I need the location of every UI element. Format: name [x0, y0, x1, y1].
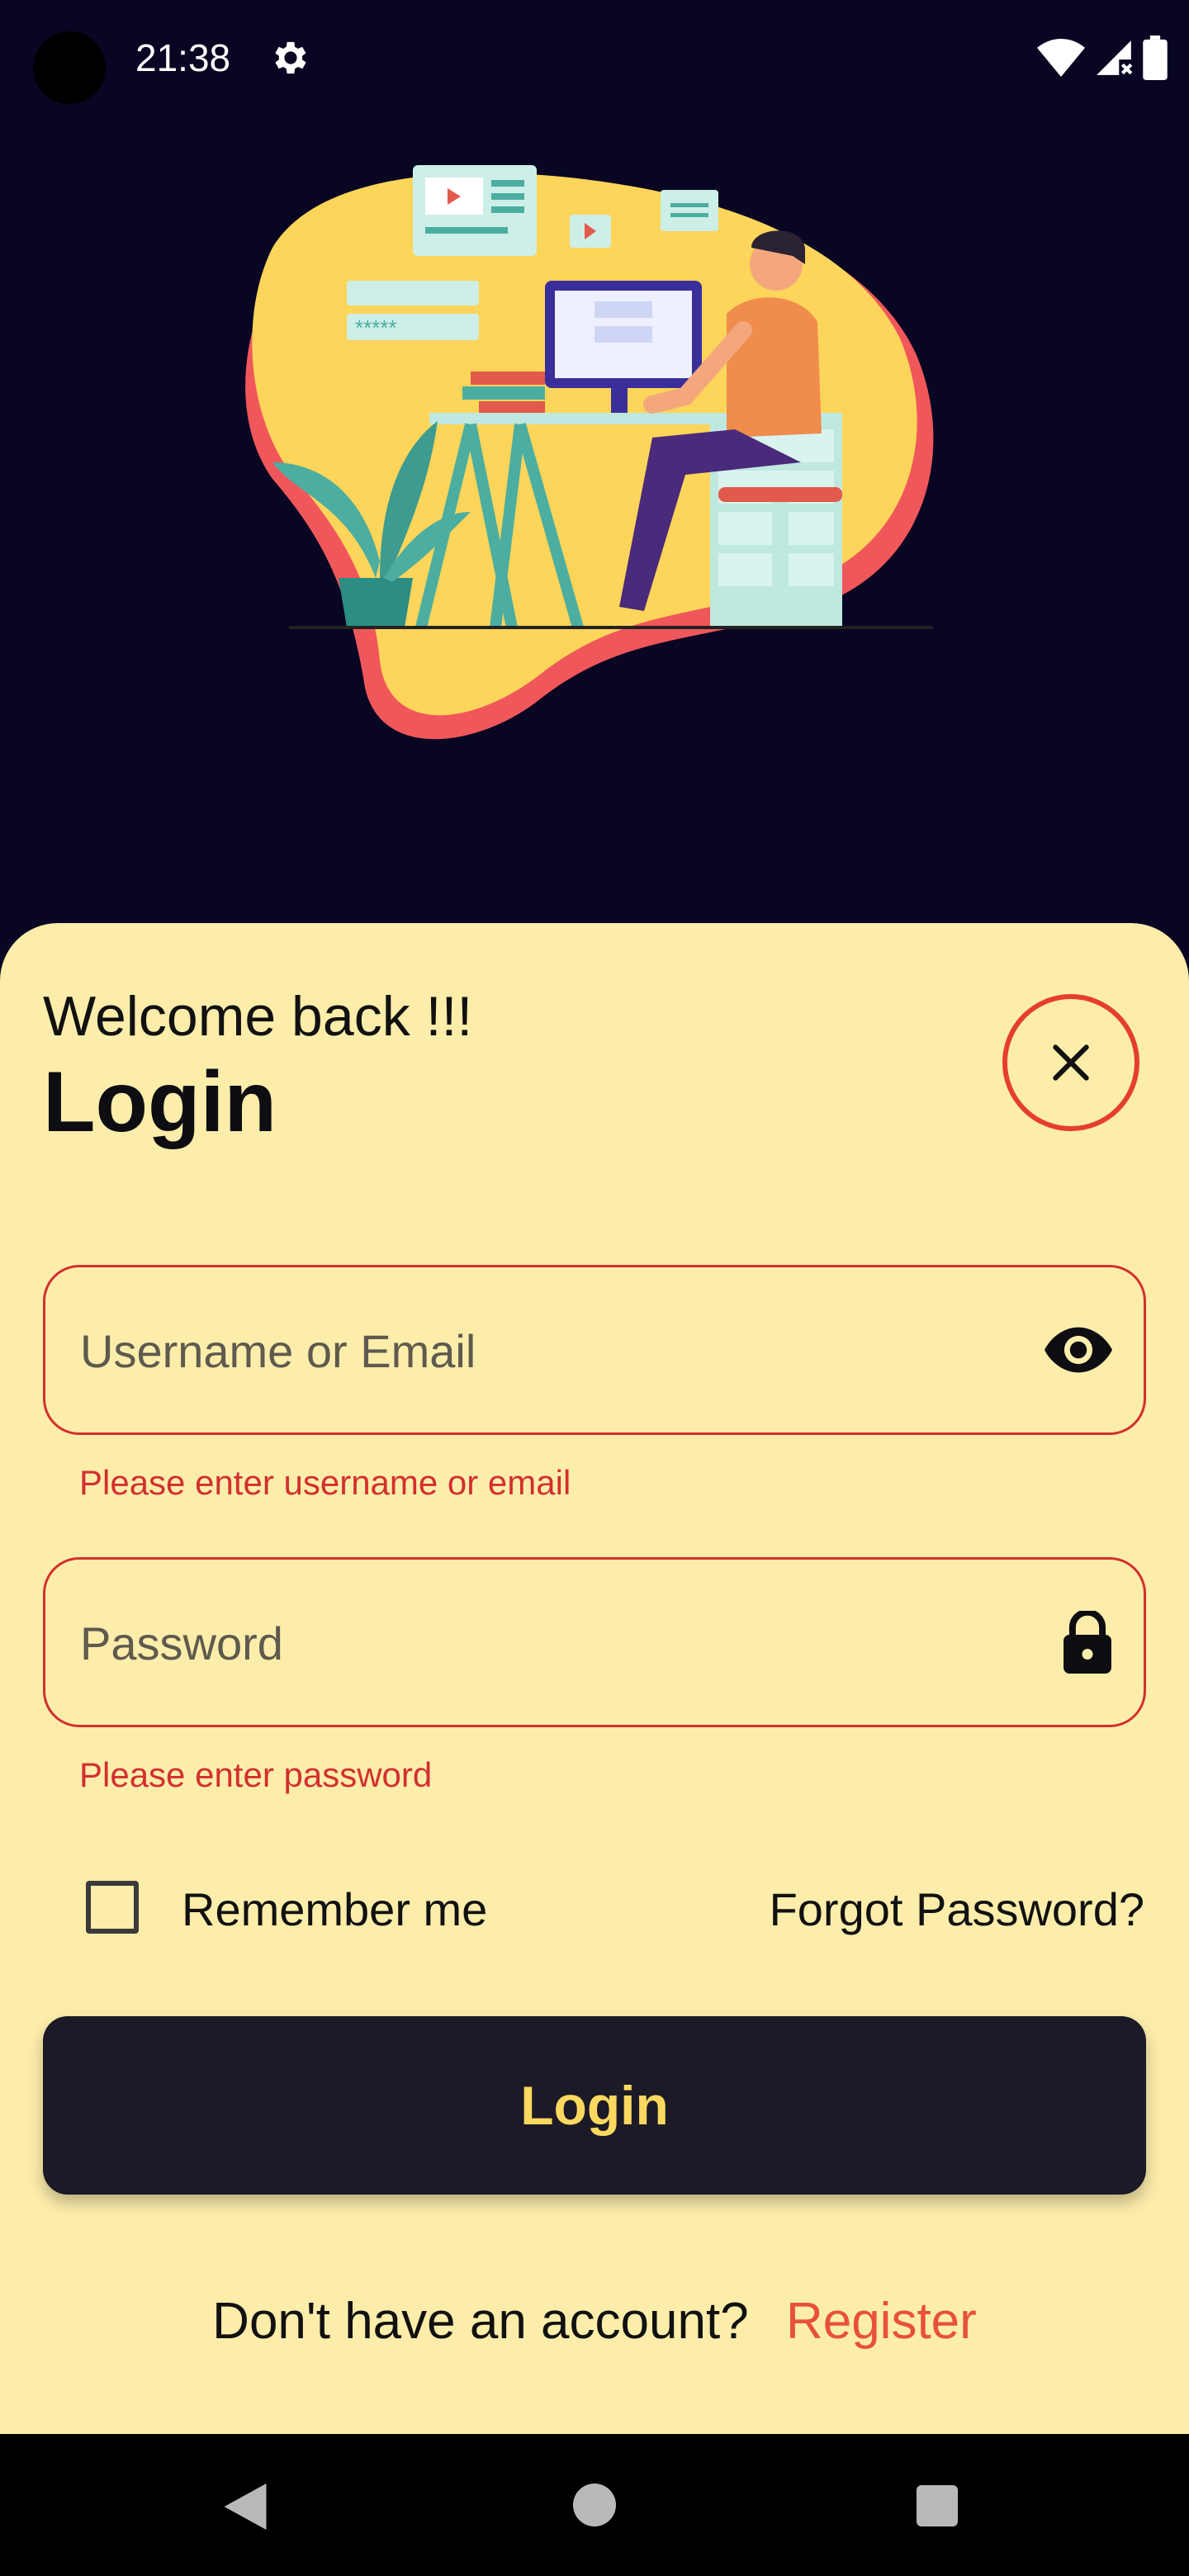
password-input[interactable] — [78, 1560, 990, 1726]
remember-label[interactable]: Remember me — [182, 1882, 487, 1936]
remember-checkbox[interactable] — [86, 1881, 139, 1934]
lock-icon — [1063, 1611, 1111, 1674]
username-error: Please enter username or email — [79, 1463, 571, 1502]
forgot-password-link[interactable]: Forgot Password? — [770, 1882, 1144, 1936]
navigation-bar — [0, 2434, 1189, 2576]
username-field[interactable] — [43, 1265, 1146, 1435]
login-sheet: Welcome back !!! Login Please enter user… — [0, 923, 1189, 2434]
page-title: Login — [43, 1054, 277, 1150]
status-icons — [1037, 33, 1168, 83]
eye-icon[interactable] — [1045, 1327, 1112, 1373]
home-icon[interactable] — [573, 2484, 616, 2526]
login-button-label: Login — [520, 2075, 669, 2136]
wifi-icon — [1037, 39, 1085, 77]
cell-signal-icon — [1097, 40, 1133, 75]
remember-row: Remember me Forgot Password? — [0, 1864, 1189, 1947]
svg-text:*****: ***** — [355, 315, 397, 340]
workspace-illustration: ***** — [245, 165, 934, 740]
welcome-text: Welcome back !!! — [43, 985, 473, 1048]
password-error: Please enter password — [79, 1755, 433, 1794]
register-prompt: Don't have an account? — [212, 2293, 749, 2350]
recents-icon[interactable] — [917, 2485, 958, 2526]
password-field[interactable] — [43, 1557, 1146, 1727]
close-button[interactable] — [1002, 994, 1139, 1131]
battery-icon — [1143, 36, 1168, 80]
register-link[interactable]: Register — [786, 2293, 977, 2350]
camera-cutout — [33, 31, 106, 104]
status-bar: 21:38 — [0, 0, 1189, 116]
username-input[interactable] — [78, 1267, 990, 1434]
login-button[interactable]: Login — [43, 2016, 1146, 2195]
close-icon — [1053, 1044, 1089, 1081]
back-icon[interactable] — [223, 2484, 268, 2530]
register-row: Don't have an account? Register — [0, 2292, 1189, 2351]
settings-gear-icon — [275, 41, 306, 74]
status-time: 21:38 — [135, 36, 231, 79]
